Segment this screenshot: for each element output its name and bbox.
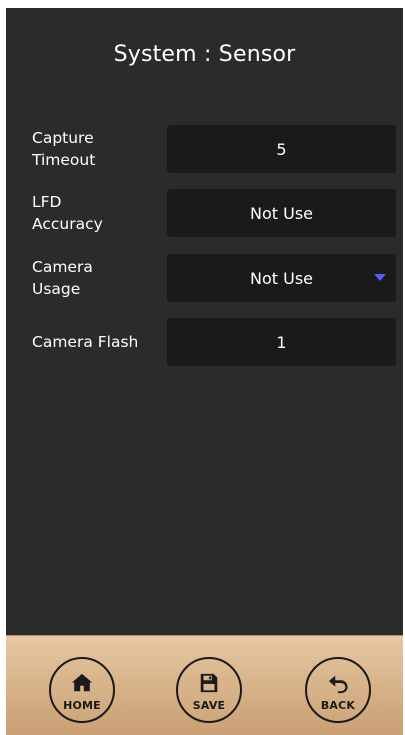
device-screen: System : Sensor Capture Timeout 5 LFD Ac… xyxy=(6,8,403,735)
setting-label-lfd-accuracy: LFD Accuracy xyxy=(32,189,162,237)
home-icon xyxy=(71,673,93,692)
camera-flash-field[interactable]: 1 xyxy=(167,318,396,366)
header: System : Sensor xyxy=(6,8,403,100)
camera-usage-dropdown[interactable]: Not Use xyxy=(167,254,396,302)
save-icon xyxy=(200,673,218,693)
setting-row-camera-usage: Camera Usage Not Use xyxy=(6,254,403,302)
back-arrow-icon xyxy=(328,675,348,694)
setting-label-camera-flash: Camera Flash xyxy=(32,318,162,366)
label-line: Capture xyxy=(32,129,94,147)
label-line: Usage xyxy=(32,280,81,298)
page-title: System : Sensor xyxy=(113,41,296,67)
label-line: Camera Flash xyxy=(32,333,139,351)
field-value: Not Use xyxy=(249,268,313,288)
save-label: SAVE xyxy=(192,699,226,712)
label-line: LFD xyxy=(32,193,62,211)
home-label: HOME xyxy=(63,699,101,712)
setting-label-capture-timeout: Capture Timeout xyxy=(32,125,162,173)
label-line: Accuracy xyxy=(32,215,103,233)
setting-row-lfd-accuracy: LFD Accuracy Not Use xyxy=(6,189,403,237)
field-value: 1 xyxy=(276,332,287,352)
lfd-accuracy-field[interactable]: Not Use xyxy=(167,189,396,237)
field-value: 5 xyxy=(276,139,287,159)
back-button[interactable]: BACK xyxy=(305,657,371,723)
back-label: BACK xyxy=(320,699,356,712)
setting-row-camera-flash: Camera Flash 1 xyxy=(6,318,403,366)
label-line: Camera xyxy=(32,258,93,276)
setting-row-capture-timeout: Capture Timeout 5 xyxy=(6,125,403,173)
footer-bar: HOME SAVE BACK xyxy=(6,635,403,735)
field-value: Not Use xyxy=(249,203,313,223)
capture-timeout-field[interactable]: 5 xyxy=(167,125,396,173)
home-button[interactable]: HOME xyxy=(49,657,115,723)
setting-label-camera-usage: Camera Usage xyxy=(32,254,162,302)
dropdown-arrow-icon[interactable] xyxy=(374,274,386,281)
save-button[interactable]: SAVE xyxy=(176,657,242,723)
label-line: Timeout xyxy=(32,151,96,169)
